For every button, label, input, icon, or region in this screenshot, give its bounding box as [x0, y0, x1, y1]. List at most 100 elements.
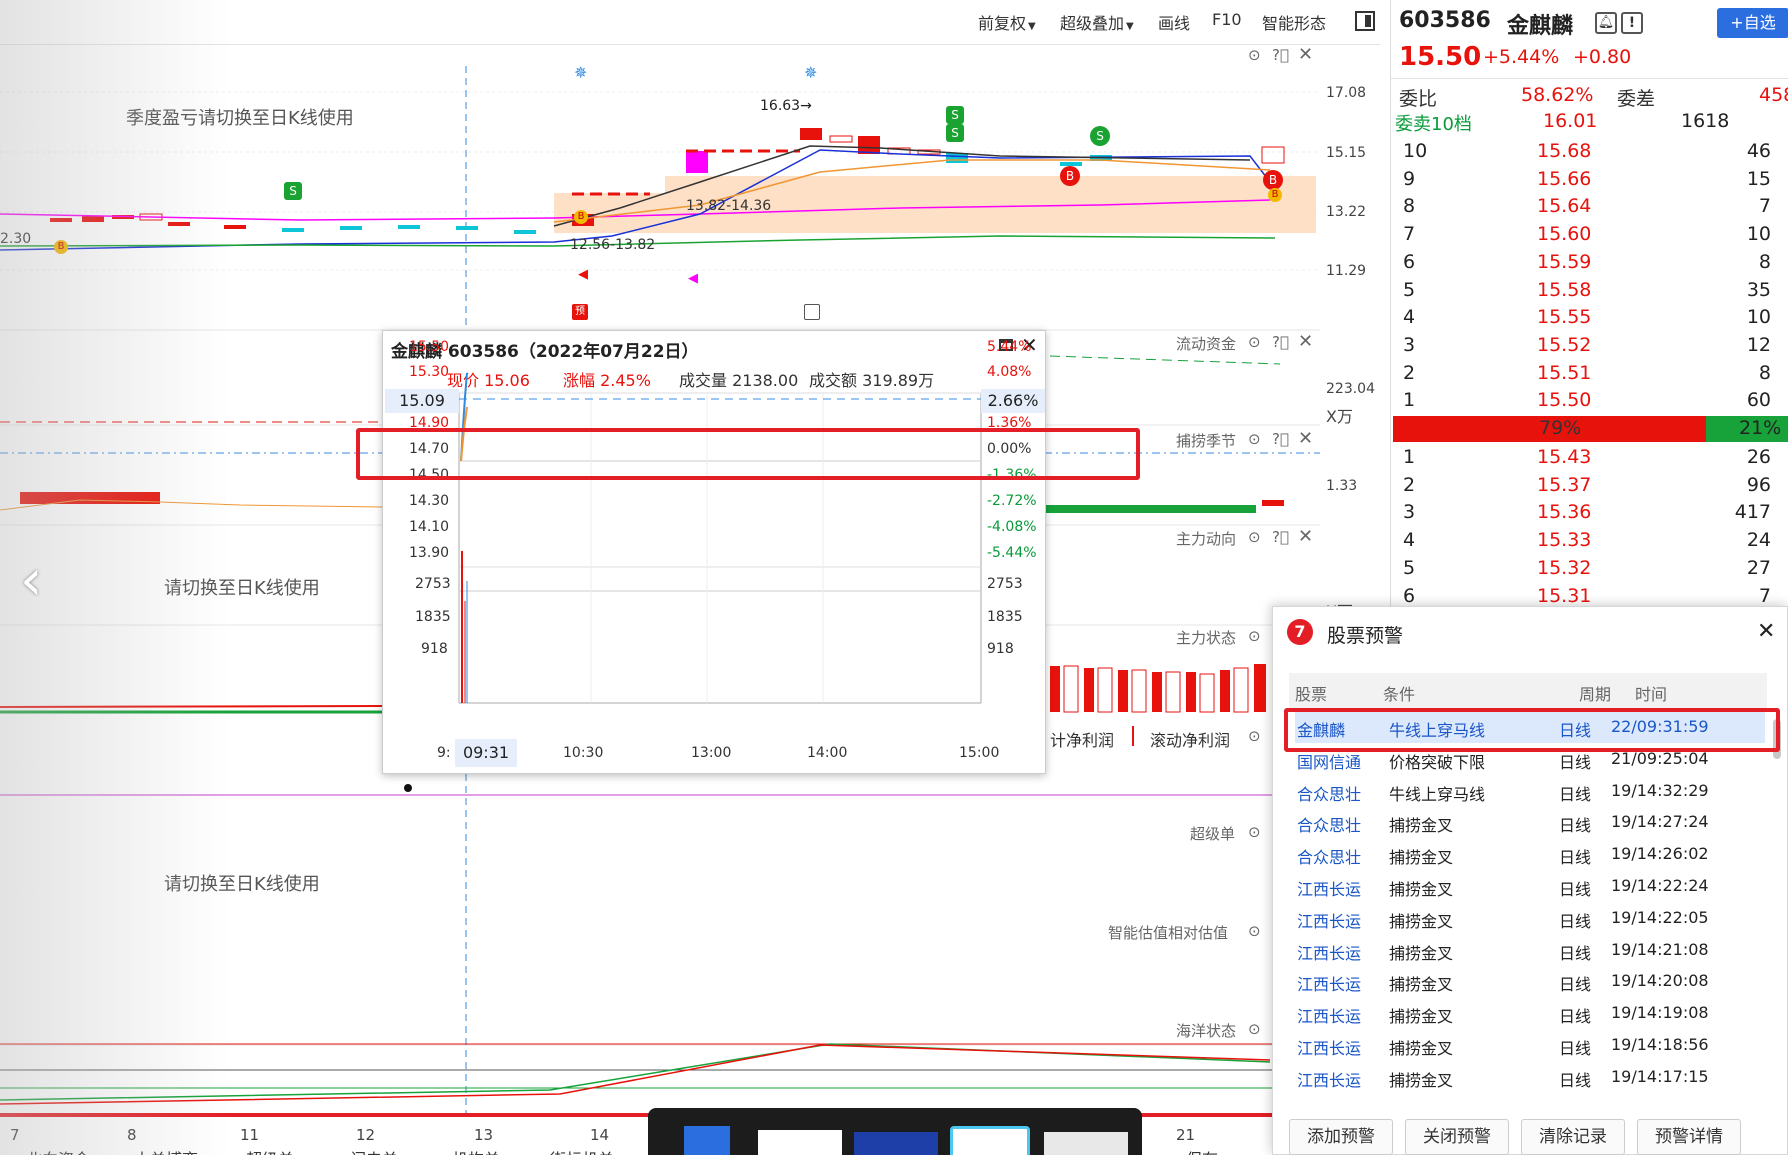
bottom-tab[interactable]: 街标机单: [550, 1146, 614, 1155]
ask-level: 8: [1403, 195, 1416, 218]
thumbnail[interactable]: [854, 1132, 938, 1155]
panel-title-main-move: 主力动向: [1176, 530, 1237, 548]
intraday-popup[interactable]: 金麒麟 603586（2022年07月22日） ✕ 现价 15.06 涨幅 2.…: [382, 330, 1046, 774]
close-icon[interactable]: ✕: [1757, 619, 1775, 644]
alert-stock[interactable]: 国网信通: [1297, 749, 1361, 773]
settings-icon[interactable]: ⊙: [1248, 922, 1261, 940]
sell10-volume: 1618: [1681, 110, 1730, 132]
settings-icon[interactable]: ⊙: [1248, 727, 1261, 745]
ask-row[interactable]: 4 15.55 10: [1391, 304, 1788, 332]
time-axis-label: 9:: [437, 745, 451, 761]
stock-name: 金麒麟: [1507, 14, 1574, 39]
alert-time: 19/14:22:24: [1611, 876, 1709, 895]
settings-icon[interactable]: ⊙: [1248, 430, 1261, 448]
bid-level: 6: [1403, 584, 1416, 607]
alert-row[interactable]: 江西长运 捕捞金叉 日线 19/14:22:05: [1295, 902, 1765, 934]
ask-row[interactable]: 6 15.59 8: [1391, 249, 1788, 277]
alert-row[interactable]: 江西长运 捕捞金叉 日线 19/14:22:24: [1295, 870, 1765, 902]
bid-row[interactable]: 2 15.37 96: [1391, 472, 1788, 500]
alert-stock[interactable]: 江西长运: [1297, 940, 1361, 964]
panel-title-net-profit[interactable]: 计净利润: [1050, 727, 1114, 751]
alert-row[interactable]: 江西长运 捕捞金叉 日线 19/14:20:08: [1295, 965, 1765, 997]
chevron-left-icon[interactable]: ‹: [20, 548, 42, 613]
ask-row[interactable]: 3 15.52 12: [1391, 332, 1788, 360]
bottom-tab[interactable]: 闪电单: [350, 1146, 398, 1155]
cursor-time: 09:31: [455, 739, 517, 767]
bid-row[interactable]: 3 15.36 417: [1391, 499, 1788, 527]
alert-stock[interactable]: 合众思壮: [1297, 812, 1361, 836]
settings-icon[interactable]: ⊙: [1248, 528, 1261, 546]
alert-stock[interactable]: 江西长运: [1297, 876, 1361, 900]
help-icon[interactable]: ?⃝: [1272, 528, 1289, 546]
time-axis-label: 15:00: [959, 745, 1000, 761]
alert-row[interactable]: 合众思壮 牛线上穿马线 日线 19/14:32:29: [1295, 775, 1765, 807]
bid-row[interactable]: 4 15.33 24: [1391, 527, 1788, 555]
ask-level: 9: [1403, 167, 1416, 190]
thumbnail[interactable]: [758, 1130, 842, 1155]
thumbnail-strip[interactable]: [648, 1108, 1142, 1155]
alert-row[interactable]: 江西长运 捕捞金叉 日线 19/14:18:56: [1295, 1029, 1765, 1061]
help-icon[interactable]: ?⃝: [1272, 430, 1289, 448]
thumbnail[interactable]: [684, 1126, 730, 1155]
buy-signal-icon: B: [54, 240, 68, 254]
close-icon[interactable]: ✕: [1298, 526, 1313, 547]
ask-row[interactable]: 9 15.66 15: [1391, 166, 1788, 194]
add-watchlist-button[interactable]: +自选: [1717, 8, 1788, 38]
close-icon[interactable]: ✕: [1298, 331, 1313, 352]
ask-row[interactable]: 7 15.60 10: [1391, 221, 1788, 249]
current-price: 15.50: [1399, 42, 1482, 72]
settings-icon[interactable]: ⊙: [1248, 1020, 1261, 1038]
alert-row[interactable]: 合众思壮 捕捞金叉 日线 19/14:26:02: [1295, 838, 1765, 870]
bid-volume: 96: [1746, 473, 1771, 496]
ask-row[interactable]: 1 15.50 60: [1391, 387, 1788, 415]
alert-stock[interactable]: 江西长运: [1297, 971, 1361, 995]
bottom-tab[interactable]: 北向资金: [26, 1146, 90, 1155]
alert-stock[interactable]: 合众思壮: [1297, 844, 1361, 868]
x-axis-label: 7: [10, 1126, 20, 1144]
ask-row[interactable]: 8 15.64 7: [1391, 193, 1788, 221]
bottom-tab[interactable]: 保有: [1186, 1146, 1218, 1155]
help-icon[interactable]: ?⃝: [1272, 333, 1289, 351]
clear-records-button[interactable]: 清除记录: [1521, 1119, 1625, 1155]
layout-toggle-icon[interactable]: [1355, 11, 1375, 31]
sell-signal-icon: S: [946, 124, 964, 142]
close-icon[interactable]: ✕: [1298, 428, 1313, 449]
alert-row[interactable]: 江西长运 捕捞金叉 日线 19/14:21:08: [1295, 934, 1765, 966]
add-alert-button[interactable]: 添加预警: [1289, 1119, 1393, 1155]
bid-row[interactable]: 1 15.43 26: [1391, 444, 1788, 472]
alert-stock[interactable]: 合众思壮: [1297, 781, 1361, 805]
settings-icon[interactable]: ⊙: [1248, 333, 1261, 351]
thumbnail[interactable]: [1044, 1132, 1128, 1155]
time-axis-label: 13:00: [691, 745, 732, 761]
alert-stock[interactable]: 江西长运: [1297, 908, 1361, 932]
bid-row[interactable]: 5 15.32 27: [1391, 555, 1788, 583]
stock-code: 603586: [1399, 8, 1491, 33]
settings-icon[interactable]: ⊙: [1248, 823, 1261, 841]
panel-title-roll-profit[interactable]: 滚动净利润: [1150, 727, 1230, 751]
close-alert-button[interactable]: 关闭预警: [1405, 1119, 1509, 1155]
thumbnail-active[interactable]: [950, 1126, 1030, 1155]
bottom-tab[interactable]: 大单博弈: [134, 1146, 198, 1155]
alert-time: 19/14:19:08: [1611, 1003, 1709, 1023]
ask-row[interactable]: 10 15.68 46: [1391, 138, 1788, 166]
alert-row[interactable]: 合众思壮 捕捞金叉 日线 19/14:27:24: [1295, 806, 1765, 838]
bottom-tab[interactable]: 超级单: [246, 1146, 294, 1155]
sell-signal-icon: S: [1090, 126, 1110, 146]
ask-row[interactable]: 5 15.58 35: [1391, 277, 1788, 305]
alert-row[interactable]: 江西长运 捕捞金叉 日线 19/14:19:08: [1295, 997, 1765, 1029]
alert-icon[interactable]: !: [1621, 12, 1643, 34]
bell-icon[interactable]: 🔔︎: [1595, 12, 1617, 34]
alert-row[interactable]: 江西长运 捕捞金叉 日线 19/14:17:15: [1295, 1061, 1765, 1093]
alert-condition: 捕捞金叉: [1389, 911, 1454, 931]
bottom-tab[interactable]: 机构单: [452, 1146, 500, 1155]
alert-details-button[interactable]: 预警详情: [1637, 1119, 1741, 1155]
x-axis-label: 13: [474, 1126, 494, 1144]
alert-stock[interactable]: 江西长运: [1297, 1035, 1361, 1059]
settings-icon[interactable]: ⊙: [1248, 627, 1261, 645]
alert-stock[interactable]: 江西长运: [1297, 1003, 1361, 1027]
stock-alert-dialog[interactable]: 7 股票预警 ✕ 股票 条件 周期 时间 金麒麟 牛线上穿马线 日线 22/09:31…: [1272, 606, 1788, 1155]
pct-axis-label: -5.44%: [987, 545, 1037, 561]
alert-stock[interactable]: 江西长运: [1297, 1067, 1361, 1091]
ask-row[interactable]: 2 15.51 8: [1391, 360, 1788, 388]
alert-time: 19/14:22:05: [1611, 907, 1709, 927]
